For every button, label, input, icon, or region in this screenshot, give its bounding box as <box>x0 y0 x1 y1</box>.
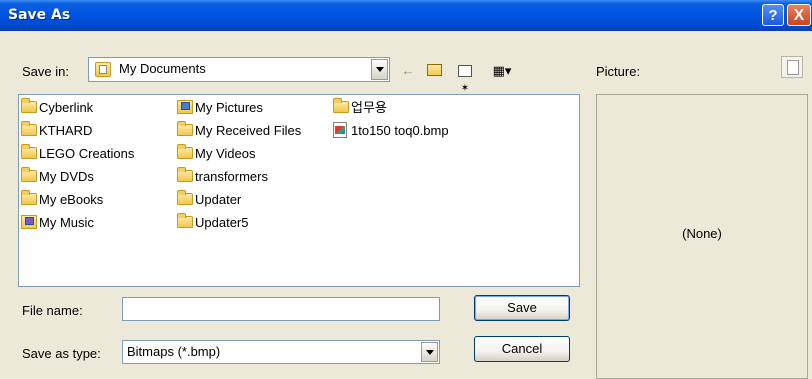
pictures-folder-icon <box>177 100 193 114</box>
bitmap-file-icon <box>333 122 347 138</box>
list-item[interactable]: My DVDs <box>21 167 94 186</box>
new-folder-icon[interactable]: ✶ <box>455 62 475 94</box>
list-item[interactable]: 1to150 toq0.bmp <box>333 122 449 140</box>
list-item[interactable]: Updater5 <box>177 213 249 232</box>
list-item[interactable]: Cyberlink <box>21 98 94 117</box>
list-item[interactable]: 업무용 <box>333 98 387 117</box>
window-title: Save As <box>8 7 71 23</box>
list-item-label: My Received Files <box>195 123 302 138</box>
title-bar[interactable]: Save As ? X <box>0 0 812 31</box>
folder-icon <box>21 98 37 113</box>
save-button[interactable]: Save <box>474 295 570 321</box>
cancel-button[interactable]: Cancel <box>474 336 570 362</box>
file-name-field[interactable] <box>122 297 440 321</box>
close-button[interactable]: X <box>787 4 811 26</box>
preview-pane: (None) <box>596 94 808 379</box>
chevron-down-icon[interactable] <box>421 342 438 362</box>
save-type-label: Save as type: <box>22 346 101 361</box>
list-item-label: 업무용 <box>351 100 387 115</box>
views-menu-icon[interactable]: ▦▾ <box>488 62 516 80</box>
up-folder-icon[interactable] <box>424 62 444 80</box>
list-item[interactable]: My Pictures <box>177 99 263 117</box>
list-item-label: Updater <box>195 192 242 207</box>
folder-icon <box>21 121 37 136</box>
file-list[interactable]: Cyberlink KTHARD LEGO Creations My DVDs … <box>18 94 580 287</box>
folder-icon <box>21 144 37 159</box>
preview-label: Picture: <box>596 64 641 79</box>
list-item[interactable]: KTHARD <box>21 121 93 140</box>
list-item[interactable]: Updater <box>177 190 242 209</box>
folder-icon <box>21 167 37 182</box>
list-item-label: My eBooks <box>39 192 104 207</box>
file-name-label: File name: <box>22 303 83 318</box>
folder-icon <box>177 144 193 159</box>
list-item-label: Cyberlink <box>39 100 94 115</box>
list-item-label: My DVDs <box>39 169 94 184</box>
save-type-value: Bitmaps (*.bmp) <box>127 344 221 359</box>
list-item[interactable]: My Videos <box>177 144 256 163</box>
list-item[interactable]: transformers <box>177 167 268 186</box>
new-folder-star: ✶ <box>460 83 470 94</box>
save-in-value: My Documents <box>119 61 206 76</box>
list-item[interactable]: My Received Files <box>177 121 302 140</box>
folder-icon <box>177 121 193 136</box>
list-item-label: LEGO Creations <box>39 146 135 161</box>
list-item[interactable]: My eBooks <box>21 190 104 209</box>
folder-icon <box>333 98 349 113</box>
list-item[interactable]: My Music <box>21 214 94 232</box>
list-item[interactable]: LEGO Creations <box>21 144 135 163</box>
help-button[interactable]: ? <box>762 4 784 26</box>
list-item-label: 1to150 toq0.bmp <box>351 123 449 138</box>
save-type-dropdown[interactable]: Bitmaps (*.bmp) <box>122 340 440 364</box>
back-icon[interactable]: ← <box>398 62 418 80</box>
preview-none-text: (None) <box>682 226 722 241</box>
folder-icon <box>21 190 37 205</box>
save-in-dropdown[interactable]: My Documents <box>88 57 390 82</box>
list-item-label: KTHARD <box>39 123 93 138</box>
list-item-label: Updater5 <box>195 215 249 230</box>
chevron-down-icon[interactable] <box>371 59 388 80</box>
save-in-label: Save in: <box>22 64 69 79</box>
list-item-label: My Pictures <box>195 100 263 115</box>
list-item-label: transformers <box>195 169 268 184</box>
save-as-dialog: Save As ? X Save in: My Documents ← ✶ ▦▾… <box>0 0 812 379</box>
list-item-label: My Videos <box>195 146 256 161</box>
folder-icon <box>95 62 111 77</box>
music-folder-icon <box>21 215 37 229</box>
preview-toggle-button[interactable] <box>781 56 803 78</box>
folder-icon <box>177 213 193 228</box>
list-item-label: My Music <box>39 215 94 230</box>
folder-icon <box>177 167 193 182</box>
document-icon <box>787 60 799 75</box>
folder-icon <box>177 190 193 205</box>
